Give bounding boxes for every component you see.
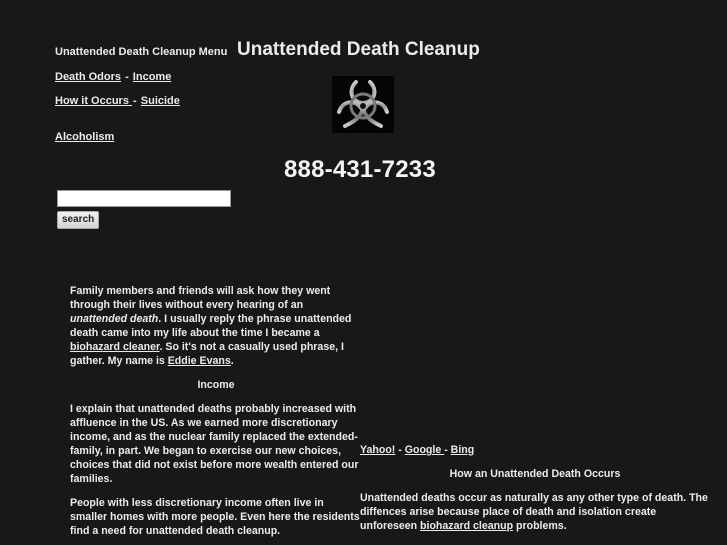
intro-paragraph: Family members and friends will ask how … bbox=[70, 285, 352, 367]
link-biohazard-cleaner[interactable]: biohazard cleaner bbox=[70, 341, 160, 353]
biohazard-icon bbox=[337, 79, 389, 128]
search-button[interactable]: search bbox=[57, 211, 100, 229]
search-engine-links: Yahoo! - Google - Bing bbox=[360, 443, 710, 457]
link-bing[interactable]: Bing bbox=[451, 444, 475, 456]
occurs-heading: How an Unattended Death Occurs bbox=[449, 468, 621, 480]
menu-separator: - bbox=[122, 71, 132, 83]
income-paragraph-1: I explain that unattended deaths probabl… bbox=[70, 403, 359, 485]
engine-separator: - bbox=[395, 444, 405, 456]
link-eddie-evans[interactable]: Eddie Evans bbox=[168, 355, 231, 367]
income-heading: Income bbox=[197, 379, 235, 391]
article-right: Yahoo! - Google - Bing How an Unattended… bbox=[360, 443, 710, 533]
page: Unattended Death Cleanup Menu Death Odor… bbox=[0, 0, 727, 545]
link-biohazard-cleanup[interactable]: biohazard cleanup bbox=[420, 520, 513, 532]
menu-link-death-odors[interactable]: Death Odors bbox=[55, 71, 121, 83]
link-google[interactable]: Google bbox=[405, 444, 444, 456]
phone-number: 888-431-7233 bbox=[284, 156, 436, 183]
menu-separator: - bbox=[133, 95, 140, 107]
emphasis-unattended-death: unattended death bbox=[70, 313, 159, 325]
occurs-paragraph: Unattended deaths occur as naturally as … bbox=[360, 492, 708, 532]
article-left: Family members and friends will ask how … bbox=[70, 284, 362, 545]
biohazard-logo bbox=[332, 76, 394, 133]
site-title: Unattended Death Cleanup bbox=[237, 39, 480, 60]
income-paragraph-2: People with less discretionary income of… bbox=[70, 497, 360, 537]
menu-link-alcoholism[interactable]: Alcoholism bbox=[55, 131, 114, 143]
menu-row: Death Odors - Income bbox=[55, 71, 171, 83]
menu-row: How it Occurs - Suicide bbox=[55, 95, 180, 107]
search-input[interactable] bbox=[57, 190, 231, 207]
menu-link-suicide[interactable]: Suicide bbox=[141, 95, 180, 107]
menu-title: Unattended Death Cleanup Menu bbox=[55, 46, 228, 58]
menu-row: Alcoholism bbox=[55, 131, 114, 143]
menu-link-income[interactable]: Income bbox=[133, 71, 172, 83]
link-yahoo[interactable]: Yahoo! bbox=[360, 444, 395, 456]
menu-link-how-it-occurs[interactable]: How it Occurs bbox=[55, 95, 132, 107]
